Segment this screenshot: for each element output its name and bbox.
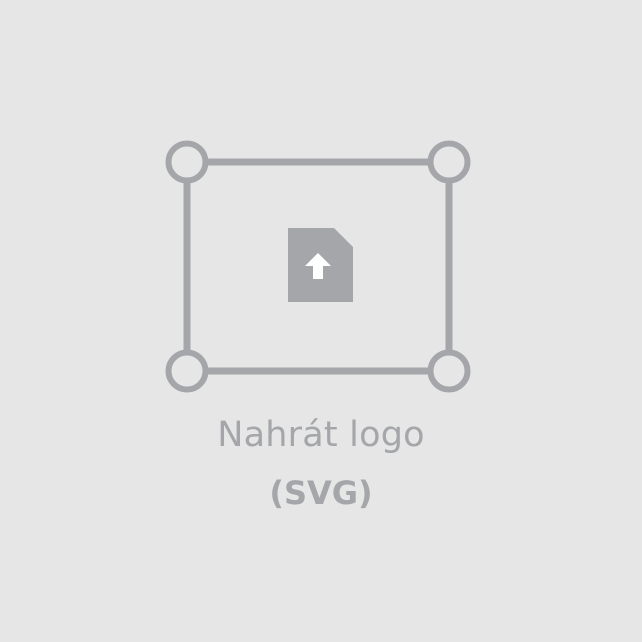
file-upload-icon — [288, 228, 353, 302]
logo-frame-graphic — [165, 140, 471, 393]
upload-logo-label: Nahrát logo — [217, 415, 425, 455]
logo-upload-canvas: Nahrát logo (SVG) — [0, 0, 642, 642]
corner-handle-top-right — [427, 140, 471, 184]
logo-upload-dropzone[interactable]: Nahrát logo (SVG) — [0, 0, 642, 642]
corner-handle-bottom-left — [165, 349, 209, 393]
corner-handle-top-left — [165, 140, 209, 184]
corner-handle-bottom-right — [427, 349, 471, 393]
file-format-label: (SVG) — [269, 474, 373, 512]
